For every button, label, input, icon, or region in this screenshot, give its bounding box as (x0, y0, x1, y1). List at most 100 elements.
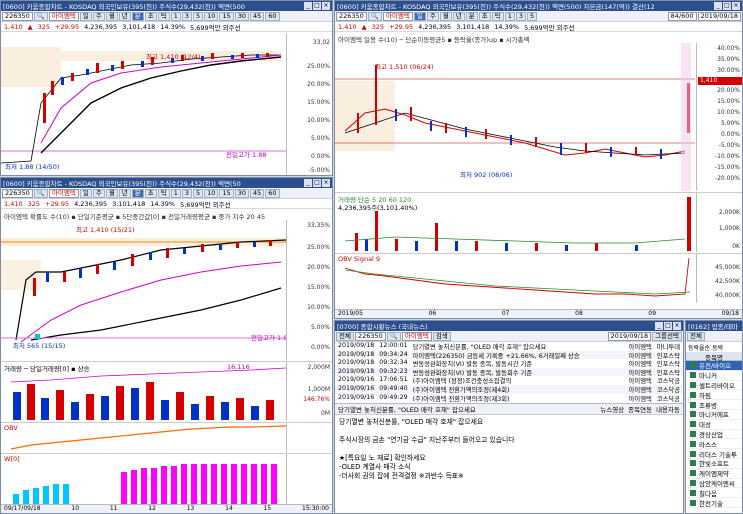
minimize-icon[interactable]: _ (304, 2, 312, 10)
interval-60[interactable]: 60 (265, 188, 280, 198)
interval-1[interactable]: 1 (170, 11, 181, 21)
news-row[interactable]: 2019/09/18 09:32:23 변동성완화장치(VI) 발동 종목, 발동회… (335, 367, 683, 377)
maximize-icon[interactable]: □ (664, 322, 672, 330)
sort-rate-radio[interactable]: 등락율순 (688, 343, 710, 352)
interval-3[interactable]: 3 (515, 11, 527, 21)
close-icon[interactable]: × (732, 2, 740, 10)
sort-change-radio[interactable]: 등락 (712, 343, 723, 352)
interval-45[interactable]: 45 (250, 11, 265, 21)
search-icon[interactable]: 🔍 (33, 11, 48, 21)
group-select-button[interactable]: 그룹선택 (652, 331, 682, 341)
news-headline: 변동성완화장치(VI) 발동 종목, 발동시간 기준 (412, 361, 533, 368)
maximize-icon[interactable]: □ (313, 2, 321, 10)
news-row[interactable]: 2019/09/16 17:06:51 (주)아이엠텍 (정정)조건충성소집결의 아이… (335, 376, 683, 385)
news-row[interactable]: 2019/09/16 09:49:40 (주)아이엠텍 전환가액의조정(제4회) 아이… (335, 384, 683, 394)
close-icon[interactable]: × (322, 179, 330, 187)
period-year[interactable]: 년 (118, 11, 131, 21)
list-item[interactable]: 마니커에프 (686, 410, 742, 420)
max-label: 최고 1,410 (12/4) (146, 53, 201, 61)
period-tick[interactable]: 틱 (157, 188, 170, 198)
obv-chart[interactable]: OBV Signal 9 45,000K 42,500K 40,000K (335, 253, 742, 303)
news-row[interactable]: 2019/09/18 09:32:34 변동성완화장치(VI) 발동 종목, 발동시… (335, 359, 683, 368)
min-label: 최저 902 (08/06) (460, 171, 513, 179)
stock-name[interactable]: 아이엠텍 (48, 11, 79, 21)
period-day[interactable]: 일 (413, 11, 426, 21)
minimize-icon[interactable]: _ (655, 322, 663, 330)
interval-15[interactable]: 15 (219, 11, 234, 21)
period-week[interactable]: 주 (426, 11, 439, 21)
arrow-up-icon: ▲ (27, 22, 33, 31)
minimize-icon[interactable]: _ (304, 179, 312, 187)
volume-chart[interactable]: 거래량 ─ 당일거래량[0] ▪ 상승 16,116 2,000M 1,000M (1, 361, 332, 421)
period-month[interactable]: 월 (105, 188, 118, 198)
search-button[interactable]: 검색 (432, 331, 451, 341)
close-icon[interactable]: × (673, 322, 681, 330)
interval-30[interactable]: 30 (234, 11, 249, 21)
date-input[interactable]: 2019/09/18 (697, 11, 741, 21)
search-icon[interactable]: 🔍 (33, 188, 48, 198)
minimize-icon[interactable]: _ (714, 2, 722, 10)
interval-15[interactable]: 15 (219, 188, 234, 198)
interval-5[interactable]: 5 (527, 11, 538, 21)
search-icon[interactable]: 🔍 (386, 331, 401, 341)
search-icon[interactable]: 🔍 (367, 11, 382, 21)
period-day[interactable]: 일 (79, 11, 92, 21)
news-row[interactable]: 2019/09/18 09:34:24 아이엠텍(226350) 금등세 기록중 +… (335, 350, 683, 360)
price-chart[interactable]: 최고 1,410 (15/21) 최저 565 (15/15) 전일고가 1.8… (1, 220, 332, 360)
period-tick[interactable]: 틱 (157, 11, 170, 21)
volume-chart[interactable]: 거래량 단순 5 20 60 120 4,236,395주(3,101.40%)… (335, 192, 742, 252)
interval-30[interactable]: 30 (234, 188, 249, 198)
filter-all[interactable]: 전체 (687, 331, 705, 341)
news-row[interactable]: 2019/09/18 12:00:01 당기열변 놓처신분률, "OLED 매각 호… (335, 342, 683, 351)
news-row[interactable]: 2019/09/16 09:49:29 (주)아이엠텍 전환가액의조정(제3회) 아이… (335, 394, 683, 403)
stock-link-checkbox[interactable]: 종목연동 (628, 404, 652, 414)
maximize-icon[interactable]: □ (723, 2, 731, 10)
period-second[interactable]: 초 (144, 11, 157, 21)
period-minute[interactable]: 분 (465, 11, 478, 21)
period-week[interactable]: 주 (92, 188, 105, 198)
interval-5[interactable]: 5 (193, 188, 204, 198)
interval-10[interactable]: 10 (204, 188, 219, 198)
period-tick[interactable]: 틱 (491, 11, 504, 21)
interval-3[interactable]: 3 (181, 188, 193, 198)
price-chart[interactable]: 최고 1,510 (06/24) 최저 902 (08/06) 40.00% 3… (335, 43, 742, 191)
interval-1[interactable]: 1 (170, 188, 181, 198)
x-axis: 2019/05 06 07 08 09 09/18 (335, 309, 742, 318)
zoom-input[interactable]: 84/600 (667, 11, 697, 21)
stock-name[interactable]: 아이엠텍 (401, 331, 432, 341)
period-week[interactable]: 주 (92, 11, 105, 21)
stock-name[interactable]: 아이엠텍 (48, 188, 79, 198)
filter-all[interactable]: 전체 (336, 331, 354, 341)
date-input[interactable]: 2019/09/18 (607, 331, 652, 341)
period-second[interactable]: 초 (478, 11, 491, 21)
maximize-icon[interactable]: □ (313, 179, 321, 187)
period-month[interactable]: 월 (439, 11, 452, 21)
period-year[interactable]: 년 (118, 188, 131, 198)
interval-45[interactable]: 45 (250, 188, 265, 198)
period-year[interactable]: 년 (452, 11, 465, 21)
list-item[interactable]: 셀트리바이오 (686, 381, 742, 391)
auto-content-checkbox[interactable]: 내용자동 (656, 404, 680, 414)
period-second[interactable]: 초 (144, 188, 157, 198)
stock-name[interactable]: 아이엠텍 (382, 11, 413, 21)
interval-3[interactable]: 3 (181, 11, 193, 21)
interval-5[interactable]: 5 (193, 11, 204, 21)
price-chart[interactable]: 최고 1,410 (12/4) 최저 1,88 (14/50) 전일고가 1.8… (1, 33, 332, 175)
stock-code-input[interactable]: 226350 (2, 11, 33, 21)
list-item[interactable]: 한전기술 (686, 498, 742, 508)
period-day[interactable]: 일 (79, 188, 92, 198)
interval-10[interactable]: 10 (204, 11, 219, 21)
stock-code-input[interactable]: 226350 (2, 188, 33, 198)
period-minute[interactable]: 분 (131, 11, 144, 21)
w-chart[interactable]: W[0] (1, 453, 332, 505)
stock-code-input[interactable]: 226350 (336, 11, 367, 21)
period-minute[interactable]: 분 (131, 188, 144, 198)
obv-chart[interactable]: OBV (1, 422, 332, 452)
interval-60[interactable]: 60 (265, 11, 280, 21)
tick: 33.02 (312, 39, 330, 46)
interval-1[interactable]: 1 (504, 11, 515, 21)
close-icon[interactable]: × (322, 2, 330, 10)
news-video-checkbox[interactable]: 뉴스영상 (600, 404, 624, 414)
stock-code-input[interactable]: 226350 (354, 331, 386, 341)
period-month[interactable]: 월 (105, 11, 118, 21)
